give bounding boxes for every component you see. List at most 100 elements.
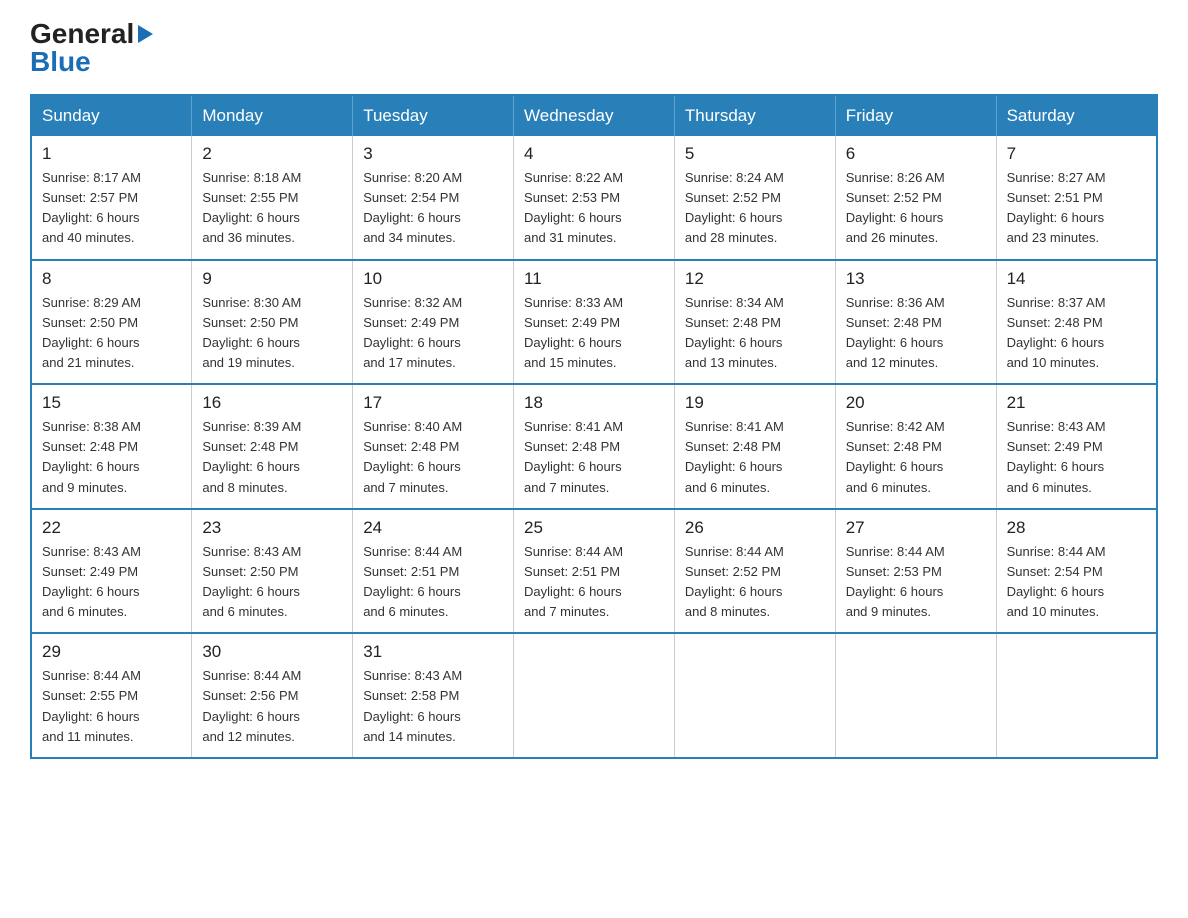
calendar-cell: 26 Sunrise: 8:44 AMSunset: 2:52 PMDaylig… [674,509,835,634]
day-number: 7 [1007,144,1146,164]
day-number: 27 [846,518,986,538]
day-number: 4 [524,144,664,164]
calendar-cell: 21 Sunrise: 8:43 AMSunset: 2:49 PMDaylig… [996,384,1157,509]
day-number: 14 [1007,269,1146,289]
calendar-header-row: SundayMondayTuesdayWednesdayThursdayFrid… [31,95,1157,136]
logo: General Blue [30,20,153,76]
day-info: Sunrise: 8:22 AMSunset: 2:53 PMDaylight:… [524,170,623,245]
calendar-cell: 23 Sunrise: 8:43 AMSunset: 2:50 PMDaylig… [192,509,353,634]
calendar-cell: 10 Sunrise: 8:32 AMSunset: 2:49 PMDaylig… [353,260,514,385]
day-number: 25 [524,518,664,538]
day-info: Sunrise: 8:43 AMSunset: 2:50 PMDaylight:… [202,544,301,619]
day-info: Sunrise: 8:44 AMSunset: 2:56 PMDaylight:… [202,668,301,743]
day-number: 19 [685,393,825,413]
day-number: 9 [202,269,342,289]
calendar-cell: 7 Sunrise: 8:27 AMSunset: 2:51 PMDayligh… [996,136,1157,260]
day-number: 23 [202,518,342,538]
day-number: 20 [846,393,986,413]
day-number: 17 [363,393,503,413]
calendar-table: SundayMondayTuesdayWednesdayThursdayFrid… [30,94,1158,759]
day-number: 11 [524,269,664,289]
calendar-cell: 9 Sunrise: 8:30 AMSunset: 2:50 PMDayligh… [192,260,353,385]
calendar-cell: 20 Sunrise: 8:42 AMSunset: 2:48 PMDaylig… [835,384,996,509]
day-number: 2 [202,144,342,164]
calendar-cell: 13 Sunrise: 8:36 AMSunset: 2:48 PMDaylig… [835,260,996,385]
day-info: Sunrise: 8:17 AMSunset: 2:57 PMDaylight:… [42,170,141,245]
day-header-monday: Monday [192,95,353,136]
day-number: 5 [685,144,825,164]
day-info: Sunrise: 8:24 AMSunset: 2:52 PMDaylight:… [685,170,784,245]
calendar-cell: 8 Sunrise: 8:29 AMSunset: 2:50 PMDayligh… [31,260,192,385]
calendar-cell: 12 Sunrise: 8:34 AMSunset: 2:48 PMDaylig… [674,260,835,385]
logo-line1: General [30,20,153,48]
day-info: Sunrise: 8:41 AMSunset: 2:48 PMDaylight:… [524,419,623,494]
day-header-thursday: Thursday [674,95,835,136]
calendar-week-row: 22 Sunrise: 8:43 AMSunset: 2:49 PMDaylig… [31,509,1157,634]
day-info: Sunrise: 8:43 AMSunset: 2:49 PMDaylight:… [42,544,141,619]
calendar-cell: 16 Sunrise: 8:39 AMSunset: 2:48 PMDaylig… [192,384,353,509]
calendar-cell: 27 Sunrise: 8:44 AMSunset: 2:53 PMDaylig… [835,509,996,634]
day-number: 16 [202,393,342,413]
day-number: 1 [42,144,181,164]
calendar-cell: 2 Sunrise: 8:18 AMSunset: 2:55 PMDayligh… [192,136,353,260]
day-info: Sunrise: 8:39 AMSunset: 2:48 PMDaylight:… [202,419,301,494]
day-info: Sunrise: 8:34 AMSunset: 2:48 PMDaylight:… [685,295,784,370]
logo-arrow-icon [138,25,153,43]
day-header-sunday: Sunday [31,95,192,136]
day-number: 3 [363,144,503,164]
calendar-cell [835,633,996,758]
calendar-cell: 29 Sunrise: 8:44 AMSunset: 2:55 PMDaylig… [31,633,192,758]
calendar-cell: 14 Sunrise: 8:37 AMSunset: 2:48 PMDaylig… [996,260,1157,385]
calendar-week-row: 15 Sunrise: 8:38 AMSunset: 2:48 PMDaylig… [31,384,1157,509]
day-info: Sunrise: 8:44 AMSunset: 2:51 PMDaylight:… [524,544,623,619]
day-info: Sunrise: 8:42 AMSunset: 2:48 PMDaylight:… [846,419,945,494]
day-number: 22 [42,518,181,538]
day-number: 6 [846,144,986,164]
day-number: 28 [1007,518,1146,538]
day-number: 24 [363,518,503,538]
calendar-cell: 31 Sunrise: 8:43 AMSunset: 2:58 PMDaylig… [353,633,514,758]
day-info: Sunrise: 8:44 AMSunset: 2:52 PMDaylight:… [685,544,784,619]
day-number: 15 [42,393,181,413]
day-header-friday: Friday [835,95,996,136]
calendar-cell: 22 Sunrise: 8:43 AMSunset: 2:49 PMDaylig… [31,509,192,634]
day-info: Sunrise: 8:36 AMSunset: 2:48 PMDaylight:… [846,295,945,370]
day-info: Sunrise: 8:43 AMSunset: 2:49 PMDaylight:… [1007,419,1106,494]
day-number: 13 [846,269,986,289]
calendar-cell: 3 Sunrise: 8:20 AMSunset: 2:54 PMDayligh… [353,136,514,260]
calendar-week-row: 1 Sunrise: 8:17 AMSunset: 2:57 PMDayligh… [31,136,1157,260]
day-info: Sunrise: 8:44 AMSunset: 2:51 PMDaylight:… [363,544,462,619]
day-number: 30 [202,642,342,662]
day-info: Sunrise: 8:20 AMSunset: 2:54 PMDaylight:… [363,170,462,245]
page-header: General Blue [30,20,1158,76]
day-number: 18 [524,393,664,413]
calendar-week-row: 8 Sunrise: 8:29 AMSunset: 2:50 PMDayligh… [31,260,1157,385]
day-header-tuesday: Tuesday [353,95,514,136]
day-number: 26 [685,518,825,538]
calendar-cell: 30 Sunrise: 8:44 AMSunset: 2:56 PMDaylig… [192,633,353,758]
calendar-cell: 28 Sunrise: 8:44 AMSunset: 2:54 PMDaylig… [996,509,1157,634]
calendar-cell: 1 Sunrise: 8:17 AMSunset: 2:57 PMDayligh… [31,136,192,260]
day-info: Sunrise: 8:43 AMSunset: 2:58 PMDaylight:… [363,668,462,743]
calendar-cell: 15 Sunrise: 8:38 AMSunset: 2:48 PMDaylig… [31,384,192,509]
calendar-cell: 24 Sunrise: 8:44 AMSunset: 2:51 PMDaylig… [353,509,514,634]
day-info: Sunrise: 8:29 AMSunset: 2:50 PMDaylight:… [42,295,141,370]
day-info: Sunrise: 8:41 AMSunset: 2:48 PMDaylight:… [685,419,784,494]
day-info: Sunrise: 8:40 AMSunset: 2:48 PMDaylight:… [363,419,462,494]
day-info: Sunrise: 8:30 AMSunset: 2:50 PMDaylight:… [202,295,301,370]
calendar-cell: 5 Sunrise: 8:24 AMSunset: 2:52 PMDayligh… [674,136,835,260]
calendar-cell [996,633,1157,758]
day-info: Sunrise: 8:27 AMSunset: 2:51 PMDaylight:… [1007,170,1106,245]
calendar-cell: 19 Sunrise: 8:41 AMSunset: 2:48 PMDaylig… [674,384,835,509]
day-number: 21 [1007,393,1146,413]
day-number: 12 [685,269,825,289]
calendar-cell: 4 Sunrise: 8:22 AMSunset: 2:53 PMDayligh… [514,136,675,260]
day-number: 8 [42,269,181,289]
calendar-week-row: 29 Sunrise: 8:44 AMSunset: 2:55 PMDaylig… [31,633,1157,758]
day-header-wednesday: Wednesday [514,95,675,136]
day-header-saturday: Saturday [996,95,1157,136]
logo-line2: Blue [30,48,153,76]
day-info: Sunrise: 8:26 AMSunset: 2:52 PMDaylight:… [846,170,945,245]
calendar-cell: 17 Sunrise: 8:40 AMSunset: 2:48 PMDaylig… [353,384,514,509]
day-info: Sunrise: 8:37 AMSunset: 2:48 PMDaylight:… [1007,295,1106,370]
